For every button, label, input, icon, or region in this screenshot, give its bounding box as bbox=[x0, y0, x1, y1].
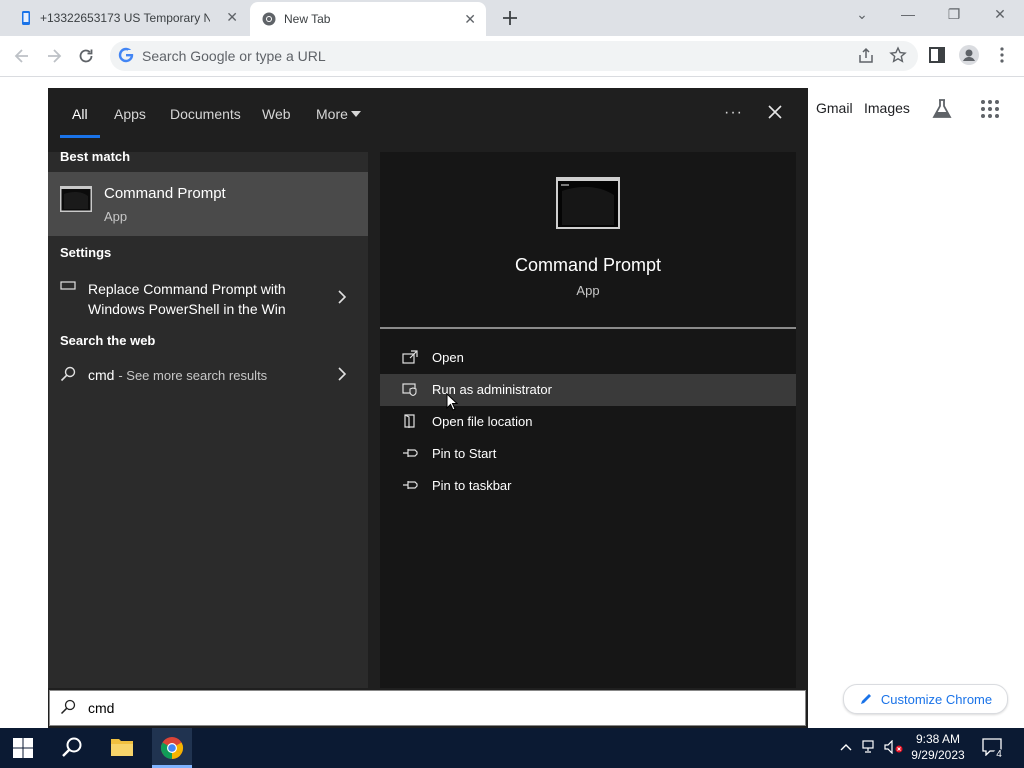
omnibox-placeholder: Search Google or type a URL bbox=[142, 48, 326, 64]
notification-count-badge: 4 bbox=[993, 749, 1005, 761]
best-match-title: Command Prompt bbox=[104, 185, 226, 202]
labs-flask-icon[interactable] bbox=[931, 98, 953, 120]
side-panel-icon[interactable] bbox=[929, 47, 945, 63]
profile-avatar-icon[interactable] bbox=[959, 45, 979, 65]
best-match-heading: Best match bbox=[60, 149, 131, 164]
chrome-taskbar-icon bbox=[160, 736, 184, 760]
more-caret-icon bbox=[350, 110, 362, 118]
start-search-input[interactable] bbox=[49, 690, 806, 726]
reload-icon[interactable] bbox=[76, 46, 96, 66]
pencil-icon bbox=[859, 692, 873, 706]
settings-result-line1: Replace Command Prompt with bbox=[88, 281, 286, 297]
tab-title: +13322653173 US Temporary Nu bbox=[40, 11, 210, 25]
taskbar-search-icon[interactable] bbox=[60, 736, 84, 760]
chrome-icon bbox=[262, 12, 276, 26]
search-icon bbox=[60, 366, 76, 382]
show-hidden-icons-chevron-icon[interactable] bbox=[840, 742, 852, 752]
action-open[interactable]: Open bbox=[380, 342, 796, 374]
minimize-icon[interactable]: — bbox=[894, 6, 922, 26]
windows-start-icon[interactable] bbox=[12, 737, 36, 761]
action-pin-to-taskbar[interactable]: Pin to taskbar bbox=[380, 470, 796, 502]
preview-divider bbox=[380, 327, 796, 329]
action-pin-to-taskbar-label: Pin to taskbar bbox=[432, 478, 512, 493]
web-search-suffix: - See more search results bbox=[118, 368, 268, 383]
images-link[interactable]: Images bbox=[864, 100, 910, 116]
settings-heading: Settings bbox=[60, 245, 112, 260]
command-prompt-icon bbox=[60, 186, 92, 212]
shield-icon bbox=[402, 382, 418, 396]
pin-icon bbox=[402, 446, 418, 460]
action-run-as-administrator[interactable]: Run as administrator bbox=[380, 374, 796, 406]
phone-icon bbox=[20, 11, 32, 25]
file-location-icon bbox=[402, 414, 418, 428]
more-options-ellipsis-icon[interactable]: ··· bbox=[724, 104, 743, 122]
forward-arrow-icon[interactable] bbox=[44, 46, 64, 66]
network-icon[interactable] bbox=[862, 740, 878, 754]
preview-title: Command Prompt bbox=[514, 255, 662, 275]
search-box-icon bbox=[60, 699, 76, 715]
action-open-label: Open bbox=[432, 350, 464, 365]
settings-result-line2: Windows PowerShell in the Win bbox=[88, 301, 286, 317]
filter-tab-documents[interactable]: Documents bbox=[170, 106, 241, 122]
search-filter-bar bbox=[48, 88, 808, 152]
new-tab-plus-icon[interactable] bbox=[500, 8, 520, 28]
filter-tab-web[interactable]: Web bbox=[262, 106, 291, 122]
command-prompt-large-icon bbox=[556, 177, 620, 229]
filter-tab-more[interactable]: More bbox=[316, 106, 348, 122]
taskbar-clock[interactable]: 9:38 AM 9/29/2023 bbox=[896, 731, 980, 763]
filter-tab-apps[interactable]: Apps bbox=[114, 106, 146, 122]
search-query-text: cmd bbox=[88, 700, 115, 716]
active-tab-indicator bbox=[60, 135, 100, 138]
preview-subtitle: App bbox=[576, 283, 600, 298]
chevron-right-icon[interactable] bbox=[337, 367, 347, 381]
action-pin-to-start-label: Pin to Start bbox=[432, 446, 497, 461]
open-icon bbox=[402, 350, 418, 364]
close-tab-icon[interactable]: ✕ bbox=[226, 10, 238, 24]
best-match-result[interactable] bbox=[48, 172, 368, 236]
close-tab-icon[interactable]: ✕ bbox=[464, 12, 476, 26]
web-search-query: cmd bbox=[88, 367, 115, 383]
search-web-heading: Search the web bbox=[60, 333, 156, 348]
chevron-right-icon[interactable] bbox=[337, 290, 347, 304]
tab-search-chevron-icon[interactable]: ⌄ bbox=[848, 6, 876, 26]
back-arrow-icon[interactable] bbox=[12, 46, 32, 66]
action-open-file-location[interactable]: Open file location bbox=[380, 406, 796, 438]
web-search-text: cmd - See more search results bbox=[88, 367, 267, 383]
mouse-cursor-icon bbox=[446, 393, 458, 411]
tab-new-tab[interactable]: New Tab ✕ bbox=[250, 2, 486, 36]
file-explorer-icon[interactable] bbox=[110, 736, 134, 760]
customize-chrome-label: Customize Chrome bbox=[880, 691, 993, 707]
close-search-icon[interactable] bbox=[767, 104, 783, 120]
best-match-subtitle: App bbox=[104, 209, 128, 224]
chrome-menu-icon[interactable] bbox=[996, 46, 1008, 64]
tab-title: New Tab bbox=[284, 12, 331, 26]
action-pin-to-start[interactable]: Pin to Start bbox=[380, 438, 796, 470]
monitor-icon bbox=[60, 281, 76, 291]
bookmark-star-icon[interactable] bbox=[889, 46, 907, 64]
taskbar-date: 9/29/2023 bbox=[911, 748, 965, 762]
filter-tab-more-label: More bbox=[316, 106, 348, 122]
restore-icon[interactable]: ❐ bbox=[940, 6, 968, 26]
pin-icon bbox=[402, 478, 418, 492]
customize-chrome-button[interactable]: Customize Chrome bbox=[843, 684, 1008, 714]
settings-result-text: Replace Command Prompt with Windows Powe… bbox=[88, 279, 286, 319]
share-icon[interactable] bbox=[857, 47, 875, 65]
taskbar-time: 9:38 AM bbox=[915, 732, 961, 746]
google-g-icon bbox=[118, 47, 134, 63]
gmail-link[interactable]: Gmail bbox=[816, 100, 853, 116]
action-open-file-location-label: Open file location bbox=[432, 414, 533, 429]
apps-grid-icon[interactable] bbox=[980, 99, 1000, 119]
filter-tab-all[interactable]: All bbox=[72, 106, 88, 122]
tab-temporary-number[interactable]: +13322653173 US Temporary Nu ✕ bbox=[8, 0, 248, 36]
close-window-icon[interactable]: ✕ bbox=[986, 6, 1014, 26]
